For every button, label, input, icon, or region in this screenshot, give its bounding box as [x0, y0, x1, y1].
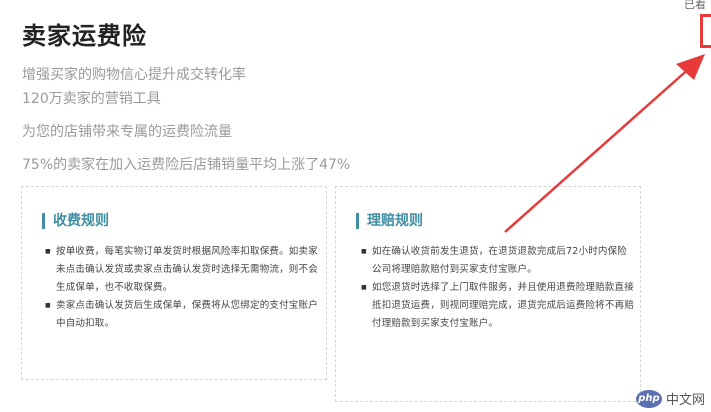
- fee-rules-list: 按单收费，每笔实物订单发货时根据风险率扣取保费。如卖家未点击确认发货或卖家点击确…: [42, 243, 322, 333]
- fee-rules-heading: 收费规则: [42, 213, 109, 229]
- claim-rules-card: 理赔规则 如在确认收货前发生退货，在退货退款完成后72小时内保险公司将理赔款赔付…: [335, 186, 641, 402]
- corner-text: 已看: [684, 0, 706, 11]
- php-logo-icon: php: [635, 389, 662, 408]
- fee-rule-item: 按单收费，每笔实物订单发货时根据风险率扣取保费。如卖家未点击确认发货或卖家点击确…: [45, 243, 322, 297]
- claim-rule-item: 如您退货时选择了上门取件服务，并且使用退费险理赔款直接抵扣退货运费，则视同理赔完…: [361, 279, 636, 333]
- intro-line-1: 增强买家的购物信心提升成交转化率: [22, 67, 246, 83]
- claim-rules-list: 如在确认收货前发生退货，在退货退款完成后72小时内保险公司将理赔款赔付到买家支付…: [358, 243, 636, 333]
- watermark: php 中文网: [635, 389, 705, 408]
- intro-line-2: 120万卖家的营销工具: [22, 91, 161, 107]
- page-title: 卖家运费险: [22, 22, 147, 50]
- annotation-highlight-box: [700, 14, 711, 48]
- claim-rules-heading: 理赔规则: [356, 213, 423, 229]
- claim-rule-item: 如在确认收货前发生退货，在退货退款完成后72小时内保险公司将理赔款赔付到买家支付…: [361, 243, 636, 279]
- fee-rules-card: 收费规则 按单收费，每笔实物订单发货时根据风险率扣取保费。如卖家未点击确认发货或…: [21, 186, 327, 380]
- intro-line-3: 为您的店铺带来专属的运费险流量: [22, 124, 232, 140]
- intro-line-4: 75%的卖家在加入运费险后店铺销量平均上涨了47%: [22, 157, 351, 173]
- watermark-text: 中文网: [665, 393, 705, 408]
- fee-rule-item: 卖家点击确认发货后生成保单，保费将从您绑定的支付宝账户中自动扣取。: [45, 297, 322, 333]
